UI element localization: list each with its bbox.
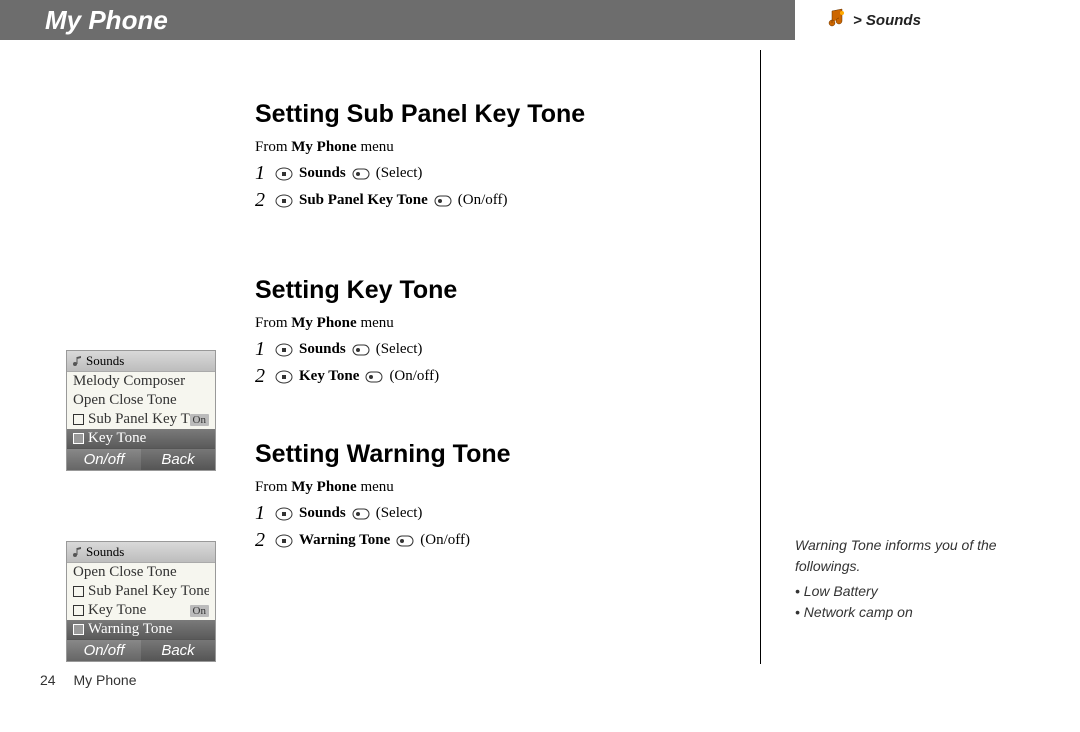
step-label: Sounds (299, 341, 346, 358)
side-note-item: Network camp on (795, 602, 1020, 623)
step-label: Sounds (299, 165, 346, 182)
softkey-icon (352, 167, 370, 181)
side-note-item: Low Battery (795, 581, 1020, 602)
from-menu: From My Phone menu (255, 479, 760, 496)
column-divider (760, 50, 761, 664)
from-menu: From My Phone menu (255, 315, 760, 332)
step-action: (Select) (376, 165, 423, 182)
nav-icon (275, 343, 293, 357)
softkey-bar: On/off Back (67, 448, 215, 470)
list-item: Sub Panel Key TOn (67, 410, 215, 429)
softkey-left: On/off (67, 639, 141, 661)
step-row: 2 Sub Panel Key Tone (On/off) (255, 189, 760, 212)
header-title: My Phone (45, 5, 168, 36)
list-item: Key ToneOn (67, 601, 215, 620)
step-action: (Select) (376, 341, 423, 358)
step-label: Sounds (299, 505, 346, 522)
from-menu: From My Phone menu (255, 139, 760, 156)
step-action: (On/off) (458, 192, 508, 209)
header-bar: My Phone (0, 0, 795, 40)
softkey-right: Back (141, 448, 215, 470)
checkbox-icon (73, 586, 84, 597)
screen-titlebar: Sounds (67, 542, 215, 563)
checkbox-icon (73, 433, 84, 444)
screen-title: Sounds (86, 353, 124, 369)
side-note-lead: Warning Tone informs you of the followin… (795, 535, 1020, 577)
music-note-icon (71, 355, 83, 367)
status-tag: On (190, 414, 209, 426)
step-row: 2 Key Tone (On/off) (255, 365, 760, 388)
softkey-bar: On/off Back (67, 639, 215, 661)
nav-icon (275, 167, 293, 181)
step-action: (On/off) (420, 532, 470, 549)
checkbox-icon (73, 414, 84, 425)
step-row: 1 Sounds (Select) (255, 338, 760, 361)
nav-icon (275, 507, 293, 521)
step-number: 2 (255, 529, 269, 552)
softkey-icon (434, 194, 452, 208)
breadcrumb-text: > Sounds (853, 12, 921, 29)
list-item: Open Close Tone (67, 563, 215, 582)
step-row: 1 Sounds (Select) (255, 502, 760, 525)
softkey-icon (396, 534, 414, 548)
footer-label: My Phone (73, 672, 136, 688)
page-footer: 24 My Phone (40, 672, 137, 688)
step-number: 1 (255, 502, 269, 525)
step-label: Warning Tone (299, 532, 390, 549)
list-item: Open Close Tone (67, 391, 215, 410)
list-item-selected: Warning Tone (67, 620, 215, 639)
step-number: 2 (255, 189, 269, 212)
step-label: Key Tone (299, 368, 359, 385)
list-item: Sub Panel Key Tone (67, 582, 215, 601)
softkey-right: Back (141, 639, 215, 661)
softkey-icon (352, 507, 370, 521)
section-heading: Setting Warning Tone (255, 440, 760, 469)
softkey-icon (365, 370, 383, 384)
step-number: 1 (255, 338, 269, 361)
phone-screen: Sounds Melody Composer Open Close Tone S… (66, 350, 216, 471)
status-tag: On (190, 605, 209, 617)
section-heading: Setting Sub Panel Key Tone (255, 100, 760, 129)
breadcrumb: > Sounds (823, 8, 921, 32)
softkey-left: On/off (67, 448, 141, 470)
list-item-selected: Key Tone (67, 429, 215, 448)
nav-icon (275, 194, 293, 208)
music-note-icon (71, 546, 83, 558)
step-row: 1 Sounds (Select) (255, 162, 760, 185)
step-action: (On/off) (389, 368, 439, 385)
screen-titlebar: Sounds (67, 351, 215, 372)
section-heading: Setting Key Tone (255, 276, 760, 305)
checkbox-icon (73, 624, 84, 635)
list-item: Melody Composer (67, 372, 215, 391)
nav-icon (275, 534, 293, 548)
step-action: (Select) (376, 505, 423, 522)
step-label: Sub Panel Key Tone (299, 192, 428, 209)
step-number: 2 (255, 365, 269, 388)
softkey-icon (352, 343, 370, 357)
screen-title: Sounds (86, 544, 124, 560)
checkbox-icon (73, 605, 84, 616)
nav-icon (275, 370, 293, 384)
phone-screen: Sounds Open Close Tone Sub Panel Key Ton… (66, 541, 216, 662)
step-number: 1 (255, 162, 269, 185)
music-note-icon (823, 8, 847, 32)
main-content: Setting Sub Panel Key Tone From My Phone… (255, 100, 760, 556)
step-row: 2 Warning Tone (On/off) (255, 529, 760, 552)
page-number: 24 (40, 672, 56, 688)
side-note: Warning Tone informs you of the followin… (795, 535, 1020, 623)
